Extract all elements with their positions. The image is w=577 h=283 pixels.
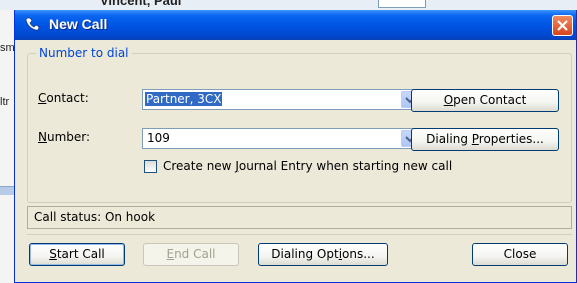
background-text-fragment: sm	[0, 42, 15, 54]
contact-value: Partner, 3CX	[145, 92, 223, 106]
call-status-text: Call status: On hook	[34, 210, 156, 224]
background-contact-name: Vincent, Paul	[100, 0, 182, 8]
new-call-dialog: New Call Number to dial Contact: Partner…	[14, 10, 577, 283]
dialing-options-button[interactable]: Dialing Options...	[258, 243, 388, 266]
background-field	[378, 0, 426, 8]
group-title: Number to dial	[36, 46, 132, 60]
journal-entry-checkbox[interactable]	[144, 160, 157, 173]
title-bar[interactable]: New Call	[15, 10, 576, 40]
background-window-left: sm ltr	[0, 10, 15, 283]
journal-entry-label[interactable]: Create new Journal Entry when starting n…	[163, 159, 452, 173]
background-window-strip: Vincent, Paul	[0, 0, 577, 10]
background-selection-bar	[0, 186, 14, 195]
window-title: New Call	[49, 16, 108, 32]
call-status-bar: Call status: On hook	[27, 206, 572, 229]
contact-combobox[interactable]: Partner, 3CX	[142, 89, 420, 110]
contact-label: Contact:	[38, 91, 89, 105]
start-call-button[interactable]: Start Call	[29, 243, 125, 266]
close-icon	[557, 20, 568, 31]
phone-icon	[23, 15, 41, 33]
end-call-button: End Call	[143, 243, 239, 266]
number-combobox[interactable]: 109	[142, 128, 420, 149]
divider	[27, 234, 572, 235]
number-to-dial-group: Number to dial Contact: Partner, 3CX Ope…	[27, 46, 572, 203]
number-value: 109	[147, 131, 170, 145]
open-contact-button[interactable]: Open Contact	[411, 89, 559, 112]
dialing-properties-button[interactable]: Dialing Properties...	[411, 128, 559, 151]
close-window-button[interactable]	[552, 15, 573, 36]
background-text-fragment: ltr	[0, 96, 10, 108]
number-label: Number:	[38, 130, 91, 144]
close-button[interactable]: Close	[472, 243, 568, 266]
